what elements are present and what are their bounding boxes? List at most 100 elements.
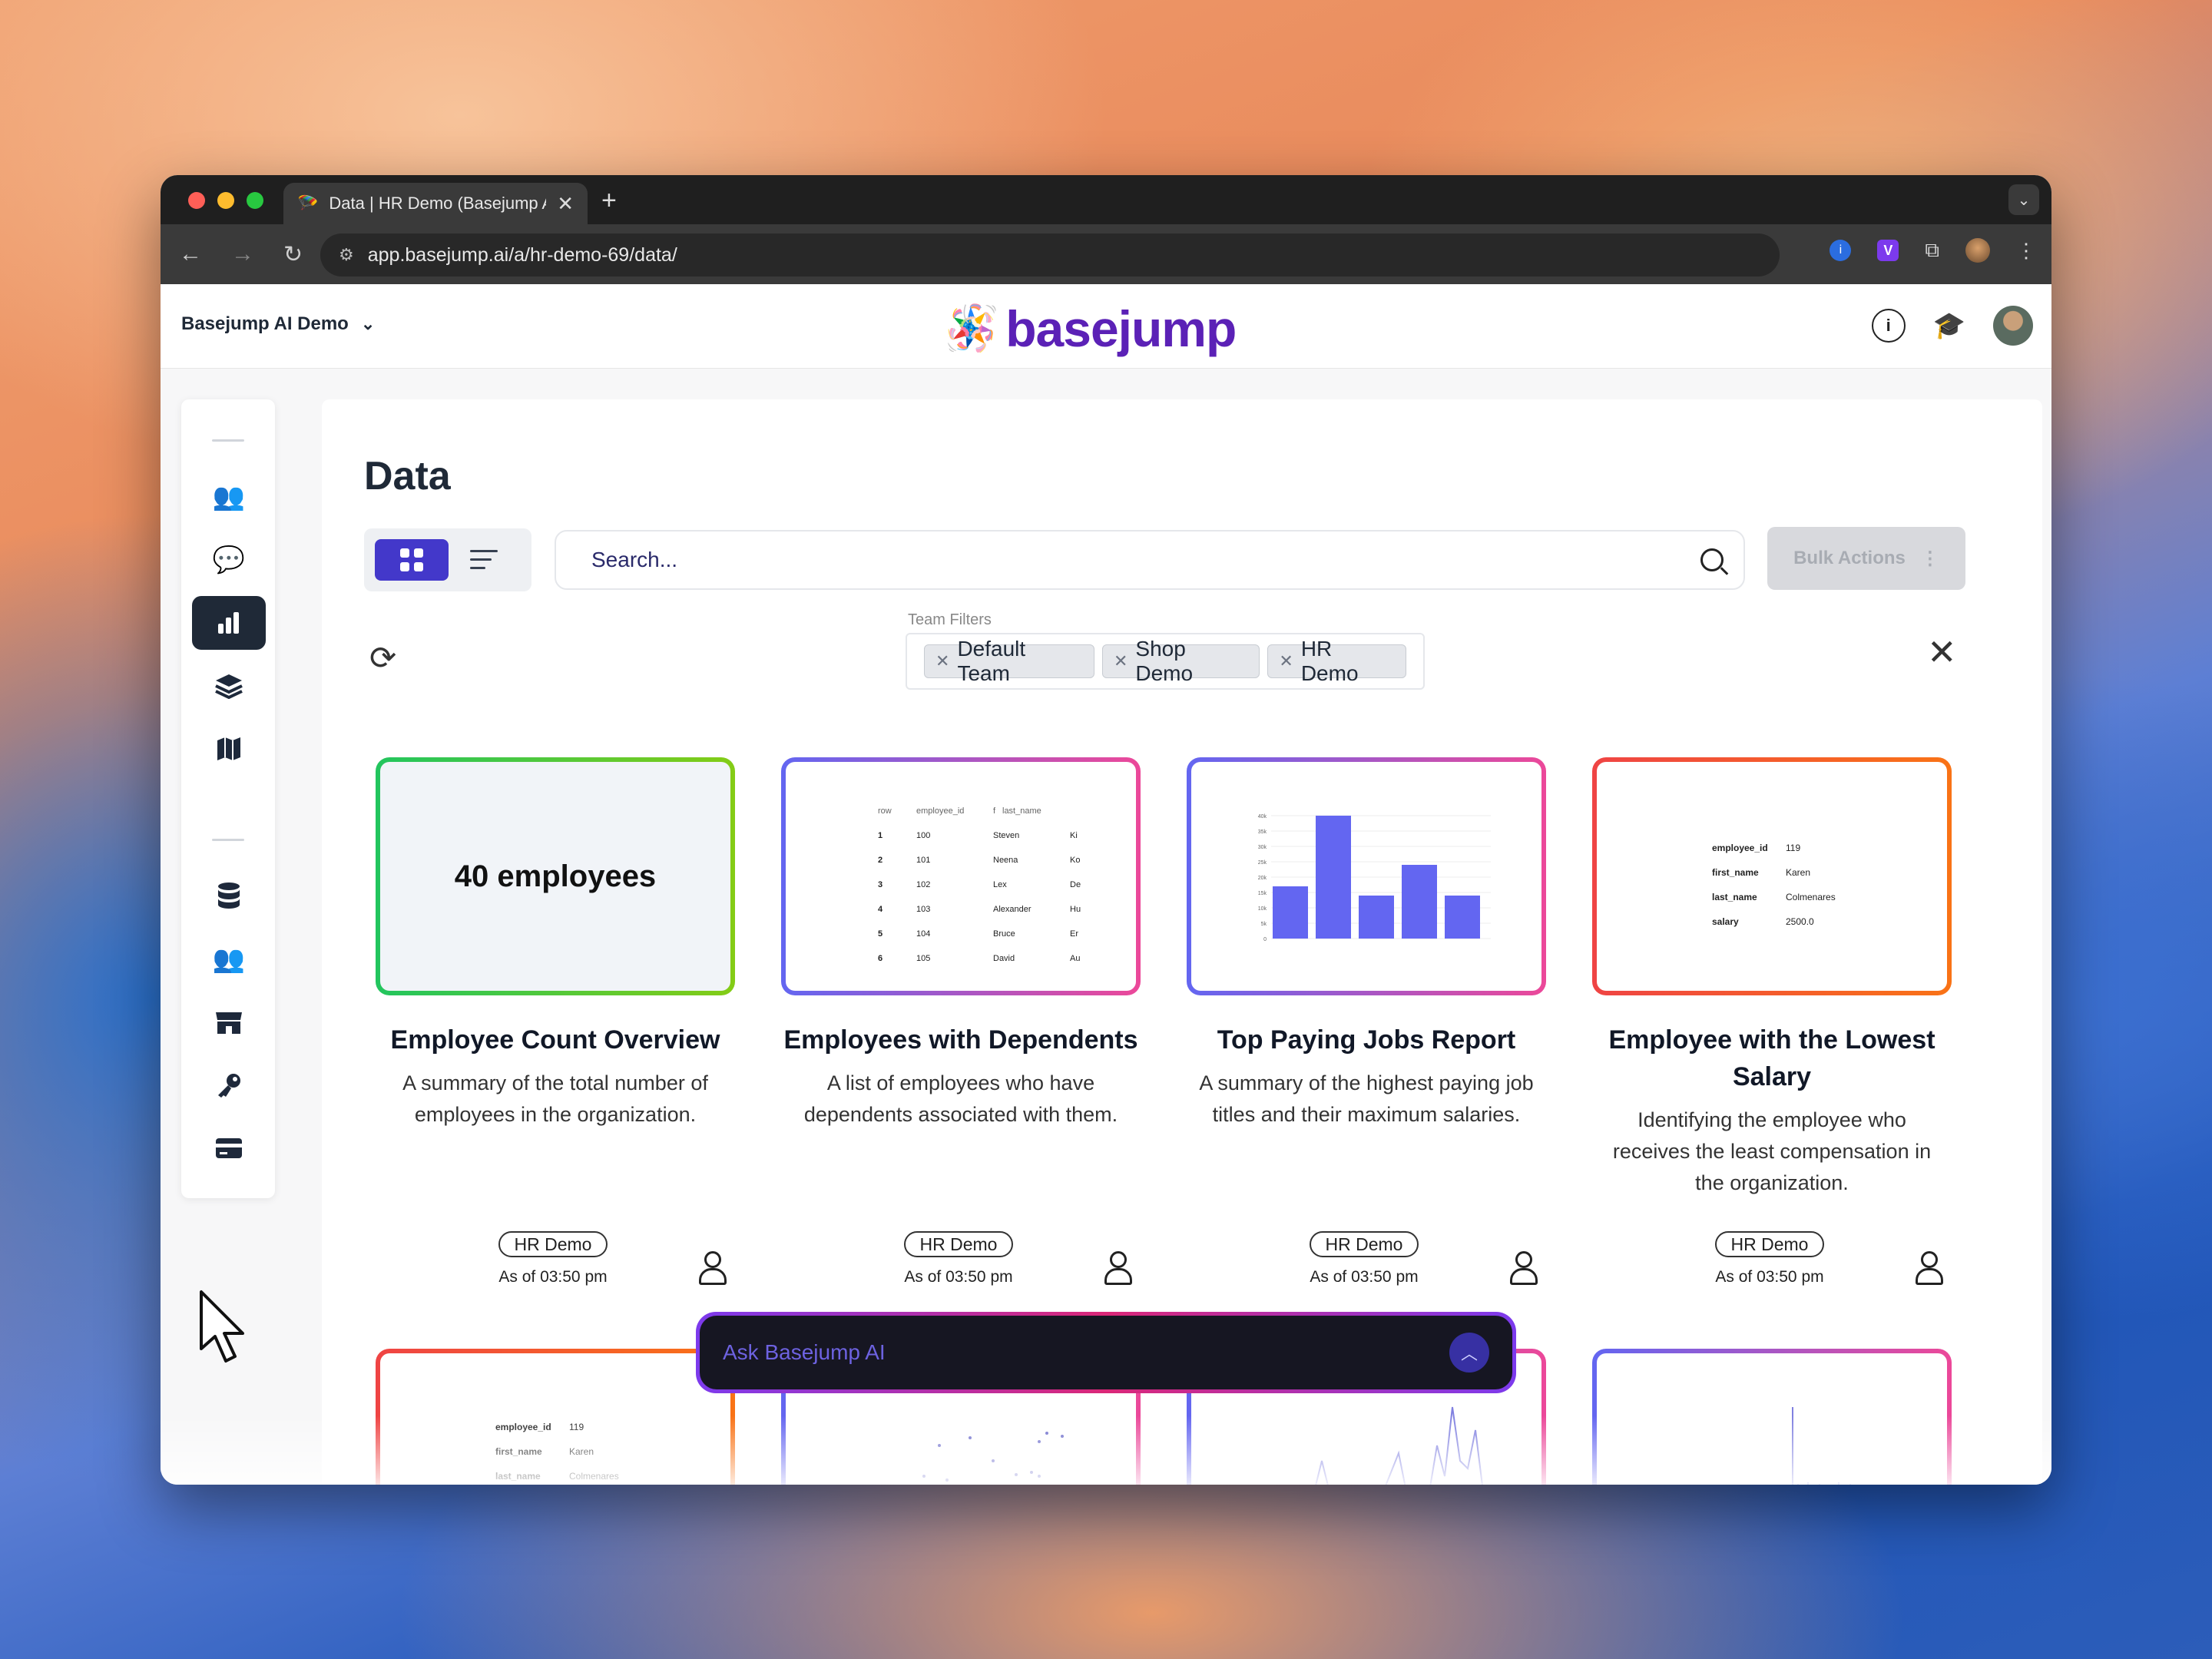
record-key: first_name (495, 1446, 542, 1457)
layers-icon[interactable] (192, 659, 266, 713)
search-input[interactable]: Search... (555, 530, 1745, 590)
record-value: Colmenares (569, 1471, 619, 1482)
filter-chip[interactable]: ✕ HR Demo (1267, 637, 1406, 685)
y-tick-label: 35k (1258, 830, 1267, 835)
table-cell: 104 (916, 929, 931, 939)
filter-chip[interactable]: ✕ Shop Demo (1101, 637, 1260, 685)
kebab-icon: ⋮ (1920, 548, 1939, 569)
browser-window: 🪂 Data | HR Demo (Basejump A ✕ + ⌄ ← → ↻… (161, 175, 2051, 1485)
data-card[interactable]: 40 employees Employee Count Overview A s… (376, 757, 735, 1286)
app-header: Basejump AI Demo ⌄ 🪅 basejump i 🎓 (161, 284, 2051, 369)
data-card[interactable]: employee_id 119 first_name Karen last_name Co… (1592, 757, 1952, 1286)
ask-ai-bar[interactable]: Ask Basejump AI ︿ (696, 1312, 1516, 1393)
map-icon[interactable] (192, 722, 266, 776)
data-card[interactable]: row employee_id f last_name 1 100 Steven Ki 2 101… (781, 757, 1141, 1286)
card-preview[interactable]: 0 5k 10k 15k 20k 25k 30k 35k 40k (1187, 757, 1546, 995)
kebab-menu-icon[interactable]: ⋮ (2016, 239, 2036, 263)
remove-chip-icon[interactable]: ✕ (935, 651, 949, 671)
card-title[interactable]: Top Paying Jobs Report (1187, 1022, 1546, 1058)
tab-bar: 🪂 Data | HR Demo (Basejump A ✕ + ⌄ (161, 175, 2051, 224)
team-tag: HR Demo (1715, 1231, 1824, 1257)
bulk-actions-label: Bulk Actions (1793, 548, 1906, 568)
tab-search-icon[interactable]: ⌄ (2008, 184, 2039, 215)
bar[interactable] (1445, 896, 1480, 939)
card-preview[interactable]: employee_id 119 first_name Karen last_name Co… (1592, 757, 1952, 995)
search-icon[interactable] (1700, 548, 1724, 571)
list-view-button[interactable] (470, 550, 498, 569)
clear-filters-icon[interactable]: ✕ (1927, 631, 1957, 673)
workspace-switcher[interactable]: Basejump AI Demo ⌄ (181, 313, 375, 335)
data-card[interactable]: employee_id 119 first_name Karen last_name Co… (376, 1349, 735, 1485)
user-icon[interactable] (1104, 1251, 1132, 1285)
database-icon[interactable] (192, 869, 266, 923)
password-manager-icon[interactable]: i (1830, 240, 1852, 261)
info-icon[interactable]: i (1871, 309, 1906, 343)
refresh-icon[interactable]: ⟳ (369, 639, 396, 677)
close-tab-icon[interactable]: ✕ (557, 192, 574, 216)
key-icon[interactable] (192, 1058, 266, 1112)
bar[interactable] (1316, 816, 1351, 939)
reload-icon[interactable]: ↻ (283, 241, 303, 268)
logo[interactable]: 🪅 basejump (944, 300, 1237, 358)
close-window-button[interactable] (188, 192, 205, 209)
user-icon[interactable] (1915, 1251, 1943, 1285)
bulk-actions-button[interactable]: Bulk Actions ⋮ (1767, 527, 1965, 590)
mini-table: row employee_id f last_name 1 100 Steven Ki 2 101… (878, 799, 1101, 971)
card-preview[interactable] (1592, 1349, 1952, 1485)
card-preview[interactable]: row employee_id f last_name 1 100 Steven Ki 2 101… (781, 757, 1141, 995)
v-extension-icon[interactable]: V (1877, 240, 1899, 261)
chat-icon[interactable]: 💬 (192, 533, 266, 587)
ask-ai-input[interactable]: Ask Basejump AI (723, 1340, 1449, 1365)
record-row: last_name Colmenares (1712, 885, 1836, 909)
record-row: last_name Colmenares (495, 1464, 619, 1485)
record-value: 2500.0 (1786, 916, 1814, 927)
remove-chip-icon[interactable]: ✕ (1114, 651, 1128, 671)
data-card[interactable]: 0 5k 10k 15k 20k 25k 30k 35k 40k Top Paying Jobs… (1187, 757, 1546, 1286)
data-icon[interactable] (192, 596, 266, 650)
table-header: row employee_id f last_name (878, 799, 1101, 823)
browser-toolbar: ← → ↻ ⚙ app.basejump.ai/a/hr-demo-69/dat… (161, 224, 2051, 284)
address-bar[interactable]: ⚙ app.basejump.ai/a/hr-demo-69/data/ (320, 233, 1780, 276)
user-icon[interactable] (1509, 1251, 1538, 1285)
remove-chip-icon[interactable]: ✕ (1279, 651, 1293, 671)
bar[interactable] (1359, 896, 1394, 939)
minimize-window-button[interactable] (217, 192, 234, 209)
forward-icon[interactable]: → (231, 241, 254, 268)
record-row: salary 2500.0 (1712, 909, 1836, 934)
card-footer: HR Demo As of 03:50 pm (1187, 1231, 1546, 1293)
teams-icon[interactable]: 👥 (192, 470, 266, 524)
y-tick-label: 25k (1258, 860, 1267, 866)
team-filters[interactable]: ✕ Default Team ✕ Shop Demo ✕ HR Demo (906, 633, 1425, 690)
card-title[interactable]: Employee Count Overview (376, 1022, 735, 1058)
new-tab-icon[interactable]: + (601, 186, 617, 216)
data-card[interactable] (1592, 1349, 1952, 1485)
user-icon[interactable] (698, 1251, 727, 1285)
zoom-window-button[interactable] (247, 192, 263, 209)
chevron-up-icon[interactable]: ︿ (1449, 1333, 1489, 1373)
bar[interactable] (1273, 886, 1308, 939)
store-icon[interactable] (192, 995, 266, 1049)
filter-chip[interactable]: ✕ Default Team (924, 637, 1094, 685)
table-cell: 100 (916, 831, 931, 840)
graduation-cap-icon[interactable]: 🎓 (1933, 310, 1965, 341)
card-title[interactable]: Employee with the Lowest Salary (1592, 1022, 1952, 1095)
puzzle-icon[interactable]: ⧉ (1925, 238, 1939, 263)
card-description: A list of employees who have dependents … (803, 1071, 1118, 1126)
user-avatar[interactable] (1993, 306, 2033, 346)
card-preview[interactable]: 40 employees (376, 757, 735, 995)
site-info-icon[interactable]: ⚙ (339, 245, 354, 265)
card-preview[interactable]: employee_id 119 first_name Karen last_name Co… (376, 1349, 735, 1485)
y-tick-label: 30k (1258, 845, 1267, 850)
record-value: Karen (569, 1446, 594, 1457)
table-row: 6 105 David Au (878, 946, 1101, 971)
profile-avatar[interactable] (1965, 238, 1990, 263)
bar[interactable] (1402, 865, 1437, 939)
browser-tab[interactable]: 🪂 Data | HR Demo (Basejump A ✕ (283, 183, 588, 224)
back-icon[interactable]: ← (179, 241, 202, 268)
card-title[interactable]: Employees with Dependents (781, 1022, 1141, 1058)
table-cell: 3 (878, 880, 883, 889)
users-icon[interactable]: 👥 (192, 932, 266, 986)
search-placeholder: Search... (591, 548, 678, 571)
grid-view-button[interactable] (375, 539, 449, 581)
billing-icon[interactable] (192, 1121, 266, 1175)
